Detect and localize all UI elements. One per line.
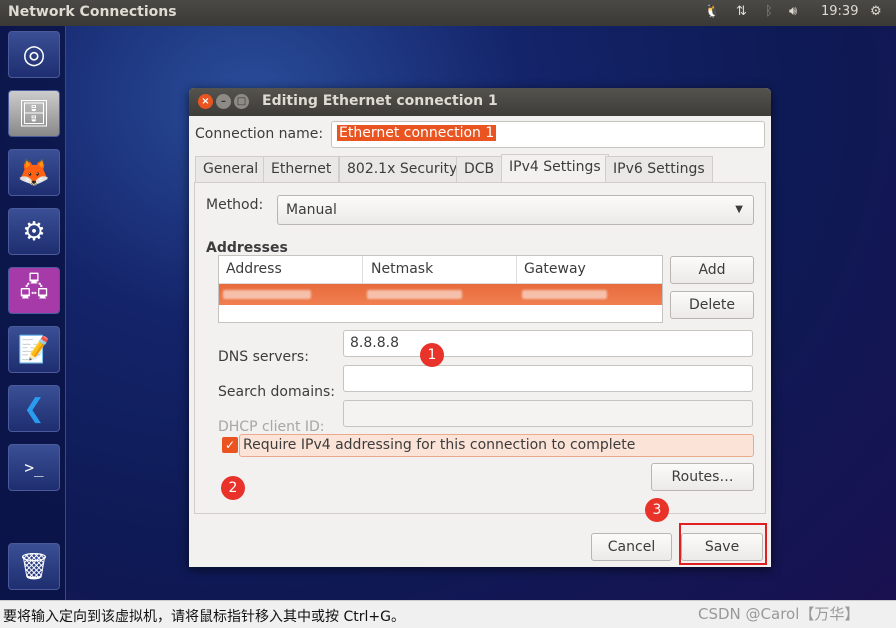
require-ipv4-label[interactable]: Require IPv4 addressing for this connect… [243,437,635,453]
power-gear-icon[interactable]: ⚙ [870,4,882,19]
chevron-down-icon: ▼ [735,204,743,215]
ipv4-panel: Method: Manual ▼ Addresses Address Netmas… [194,182,766,514]
add-button[interactable]: Add [670,256,754,284]
address-cell [223,290,311,299]
tab-ipv6-settings[interactable]: IPv6 Settings [605,156,713,182]
tab-general[interactable]: General [195,156,267,182]
app-title: Network Connections [8,4,177,20]
text-editor-icon[interactable]: 📝 [8,326,60,373]
network-updown-icon[interactable]: ⇅ [736,4,747,19]
method-label: Method: [206,197,264,213]
routes-button[interactable]: Routes… [651,463,754,491]
connection-name-label: Connection name: [195,126,324,142]
require-ipv4-checkbox[interactable]: ✓ [222,437,238,453]
connection-name-value: Ethernet connection 1 [337,125,497,141]
netmask-cell [367,290,462,299]
annotation-1: 1 [420,343,444,367]
column-gateway[interactable]: Gateway [524,261,586,277]
gateway-cell [522,290,607,299]
close-icon[interactable]: × [198,94,213,109]
tab-ethernet[interactable]: Ethernet [263,156,340,182]
table-header: Address Netmask Gateway [219,256,662,284]
delete-button[interactable]: Delete [670,291,754,319]
dns-label: DNS servers: [218,349,309,365]
save-button[interactable]: Save [681,533,763,561]
file-manager-icon[interactable]: 🗄 [8,90,60,137]
system-settings-icon[interactable]: ⚙ [8,208,60,255]
dialog-title: Editing Ethernet connection 1 [262,93,498,109]
ubuntu-dash-icon[interactable]: ◎ [8,31,60,78]
dialog-titlebar: × – □ Editing Ethernet connection 1 [189,88,771,116]
firefox-icon[interactable]: 🦊 [8,149,60,196]
vm-status-bar: 要将输入定向到该虚拟机，请将鼠标指针移入其中或按 Ctrl+G。 CSDN @C… [0,600,896,628]
table-row[interactable] [219,284,662,305]
search-domains-label: Search domains: [218,384,335,400]
volume-icon[interactable]: 🔊︎ [789,4,797,19]
dns-input[interactable]: 8.8.8.8 [343,330,753,357]
column-address[interactable]: Address [226,261,282,277]
search-domains-input[interactable] [343,365,753,392]
edit-connection-dialog: × – □ Editing Ethernet connection 1 Conn… [189,88,771,567]
network-connections-icon[interactable]: 🖧 [8,267,60,314]
connection-name-input[interactable]: Ethernet connection 1 [331,121,765,148]
tab-ipv4-settings[interactable]: IPv4 Settings [501,154,609,182]
annotation-3: 3 [645,498,669,522]
top-panel: Network Connections 🐧 ⇅ ᛒ 🔊︎ 19:39 ⚙ [0,0,896,26]
method-value: Manual [286,202,337,218]
launcher: ◎ 🗄 🦊 ⚙ 🖧 📝 ❮ >_ 🗑 [0,26,66,600]
tab-dcb[interactable]: DCB [456,156,503,182]
clock[interactable]: 19:39 [821,4,858,19]
dhcp-client-id-input [343,400,753,427]
annotation-2: 2 [221,476,245,500]
method-dropdown[interactable]: Manual ▼ [277,195,754,225]
trash-icon[interactable]: 🗑 [8,543,60,590]
bluetooth-icon[interactable]: ᛒ [765,4,773,19]
minimize-icon[interactable]: – [216,94,231,109]
vscode-icon[interactable]: ❮ [8,385,60,432]
cancel-button[interactable]: Cancel [591,533,672,561]
tux-icon[interactable]: 🐧 [704,4,720,19]
dhcp-client-id-label: DHCP client ID: [218,419,325,435]
maximize-icon[interactable]: □ [234,94,249,109]
addresses-table: Address Netmask Gateway [218,255,663,323]
terminal-icon[interactable]: >_ [8,444,60,491]
column-netmask[interactable]: Netmask [371,261,433,277]
tab-8021x-security[interactable]: 802.1x Security [339,156,466,182]
status-text: 要将输入定向到该虚拟机，请将鼠标指针移入其中或按 Ctrl+G。 [3,609,405,625]
addresses-heading: Addresses [206,240,288,256]
watermark: CSDN @Carol【万华】 [698,605,860,623]
